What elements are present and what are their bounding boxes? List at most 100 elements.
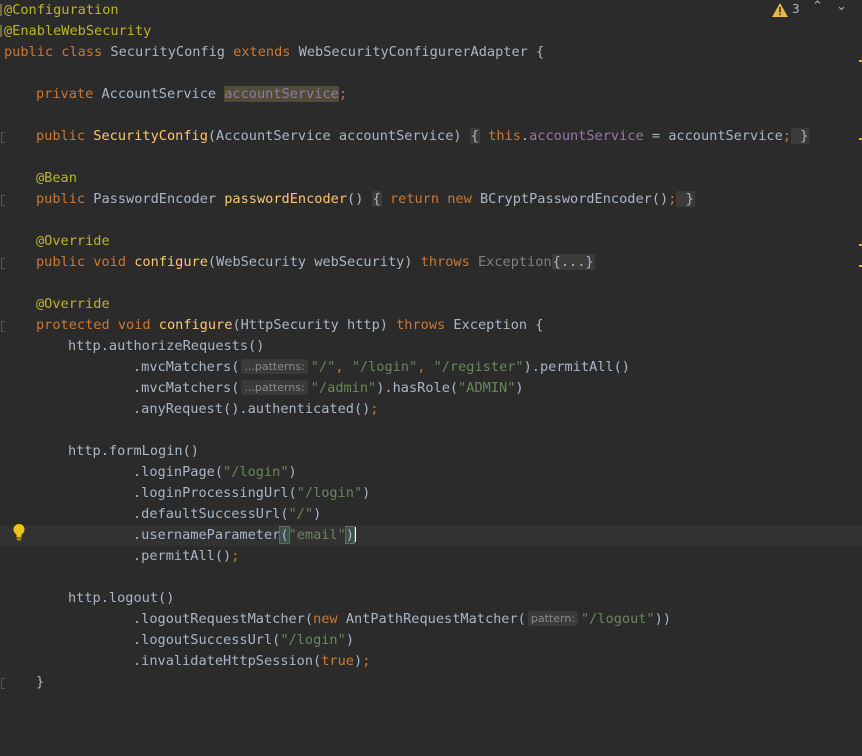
folded-body[interactable]: {...} [551,254,595,270]
paren: ) [313,506,322,522]
assignment: = accountService [643,128,783,144]
code-line[interactable]: http.authorizeRequests() [0,336,862,357]
method-declaration: public void configure(WebSecurity webSec… [36,252,595,273]
code-line[interactable]: @Bean [0,168,862,189]
string-literal: "/login" [280,632,346,648]
fold-marker-icon[interactable] [1,678,5,689]
fold-marker-icon[interactable] [1,321,5,332]
class-declaration: public class SecurityConfig extends WebS… [4,42,544,63]
code-line[interactable]: .logoutRequestMatcher(new AntPathRequest… [0,609,862,630]
method-declaration: protected void configure(HttpSecurity ht… [36,315,543,336]
type-name: PasswordEncoder [93,191,225,207]
code-line[interactable]: .loginPage("/login") [0,462,862,483]
code-line[interactable]: http.logout() [0,588,862,609]
string-literal: "/logout" [581,611,655,627]
constructor: public SecurityConfig(AccountService acc… [36,126,810,147]
parent-class: WebSecurityConfigurerAdapter { [298,44,545,60]
call: .invalidateHttpSession( [133,653,322,669]
statement: http.logout() [68,590,175,606]
call: .anyRequest().authenticated() [133,401,371,417]
code-line[interactable]: .anyRequest().authenticated(); [0,399,862,420]
arguments: (AccountService accountService) [207,128,470,144]
code-line[interactable]: .mvcMatchers(...patterns: "/admin").hasRo… [0,378,862,399]
folded-brace[interactable]: { [371,191,382,207]
code-line[interactable]: @Override [0,231,862,252]
code-line[interactable]: private AccountService accountService; [0,84,862,105]
method-chain: .loginProcessingUrl("/login") [133,483,370,504]
code-line[interactable]: @EnableWebSecurity [0,21,862,42]
code-line[interactable]: .loginProcessingUrl("/login") [0,483,862,504]
dot: . [520,128,530,144]
code-editor[interactable]: 3 ⌃ ⌄ @Configuration @EnableWebSecurity … [0,0,862,693]
field-name: accountService [529,128,644,144]
string-literal: "email" [288,527,346,543]
folded-brace[interactable]: } [790,128,810,144]
keyword: this [479,128,521,144]
string-literal: "/" [288,506,314,522]
string-literal: "/" [310,359,336,375]
string-literal: "/login" [296,485,363,501]
method-chain: .mvcMatchers(...patterns: "/admin").hasRo… [133,378,524,399]
code-line[interactable]: .defaultSuccessUrl("/") [0,504,862,525]
paren: ) [362,485,371,501]
folded-brace[interactable]: } [676,191,695,207]
code-line[interactable]: public PasswordEncoder passwordEncoder()… [0,189,862,210]
keyword: return new [381,191,480,207]
current-code-line[interactable]: .usernameParameter("email") [0,525,862,546]
method-chain: .anyRequest().authenticated(); [133,399,379,420]
parameter-hint: pattern: [527,611,578,626]
statement: http.formLogin() [68,443,199,459]
method-chain: .usernameParameter("email") [133,525,356,546]
arguments: (HttpSecurity http) [232,317,397,333]
code-line[interactable]: protected void configure(HttpSecurity ht… [0,315,862,336]
code-line[interactable]: .permitAll(); [0,546,862,567]
semicolon: ; [231,548,240,564]
fold-marker-icon[interactable] [1,132,5,143]
paren: )) [654,611,672,627]
annotation: @Configuration [4,2,119,18]
string-literal: "/login" [223,464,289,480]
code-line[interactable]: .invalidateHttpSession(true); [0,651,862,672]
keyword: public void [36,254,135,270]
semicolon: ; [782,128,791,144]
method-name: SecurityConfig [93,128,208,144]
parameter-hint: ...patterns: [241,359,308,374]
code-line[interactable]: .logoutSuccessUrl("/login") [0,630,862,651]
fold-marker-icon[interactable] [1,258,5,269]
code-line[interactable]: public class SecurityConfig extends WebS… [0,42,862,63]
parameter-hint: ...patterns: [241,380,308,395]
method-chain: .invalidateHttpSession(true); [133,651,370,672]
type-name: AccountService [101,86,225,102]
keyword: new [313,611,346,627]
code-line[interactable]: public void configure(WebSecurity webSec… [0,252,862,273]
keyword: true [321,653,354,669]
code-line[interactable]: @Configuration [0,0,862,21]
field-name: accountService [224,86,339,102]
class-name: SecurityConfig [110,44,234,60]
code-line[interactable]: } [0,672,862,693]
call: ).permitAll() [523,359,630,375]
keyword: public class [4,44,111,60]
arguments: () [347,191,372,207]
comma: , [335,359,352,375]
code-line[interactable]: .mvcMatchers(...patterns: "/", "/login", … [0,357,862,378]
lightbulb-icon[interactable] [12,523,26,541]
exception-type: Exception { [453,317,544,333]
method-chain: .logoutRequestMatcher(new AntPathRequest… [133,609,671,630]
call: .permitAll() [133,548,232,564]
fold-marker-icon[interactable] [1,195,5,206]
code-line[interactable]: @Override [0,294,862,315]
text-caret [354,527,356,542]
code-line[interactable]: public SecurityConfig(AccountService acc… [0,126,862,147]
keyword: extends [233,44,299,60]
call: AntPathRequestMatcher( [345,611,526,627]
keyword: throws [420,254,478,270]
code-line[interactable]: http.formLogin() [0,441,862,462]
annotation: @Override [36,296,110,312]
string-literal: "ADMIN" [458,380,516,396]
method-name: configure [158,317,233,333]
call: .logoutSuccessUrl( [133,632,281,648]
call: .mvcMatchers( [133,359,240,375]
folded-brace[interactable]: { [469,128,480,144]
annotation: @Override [36,233,110,249]
